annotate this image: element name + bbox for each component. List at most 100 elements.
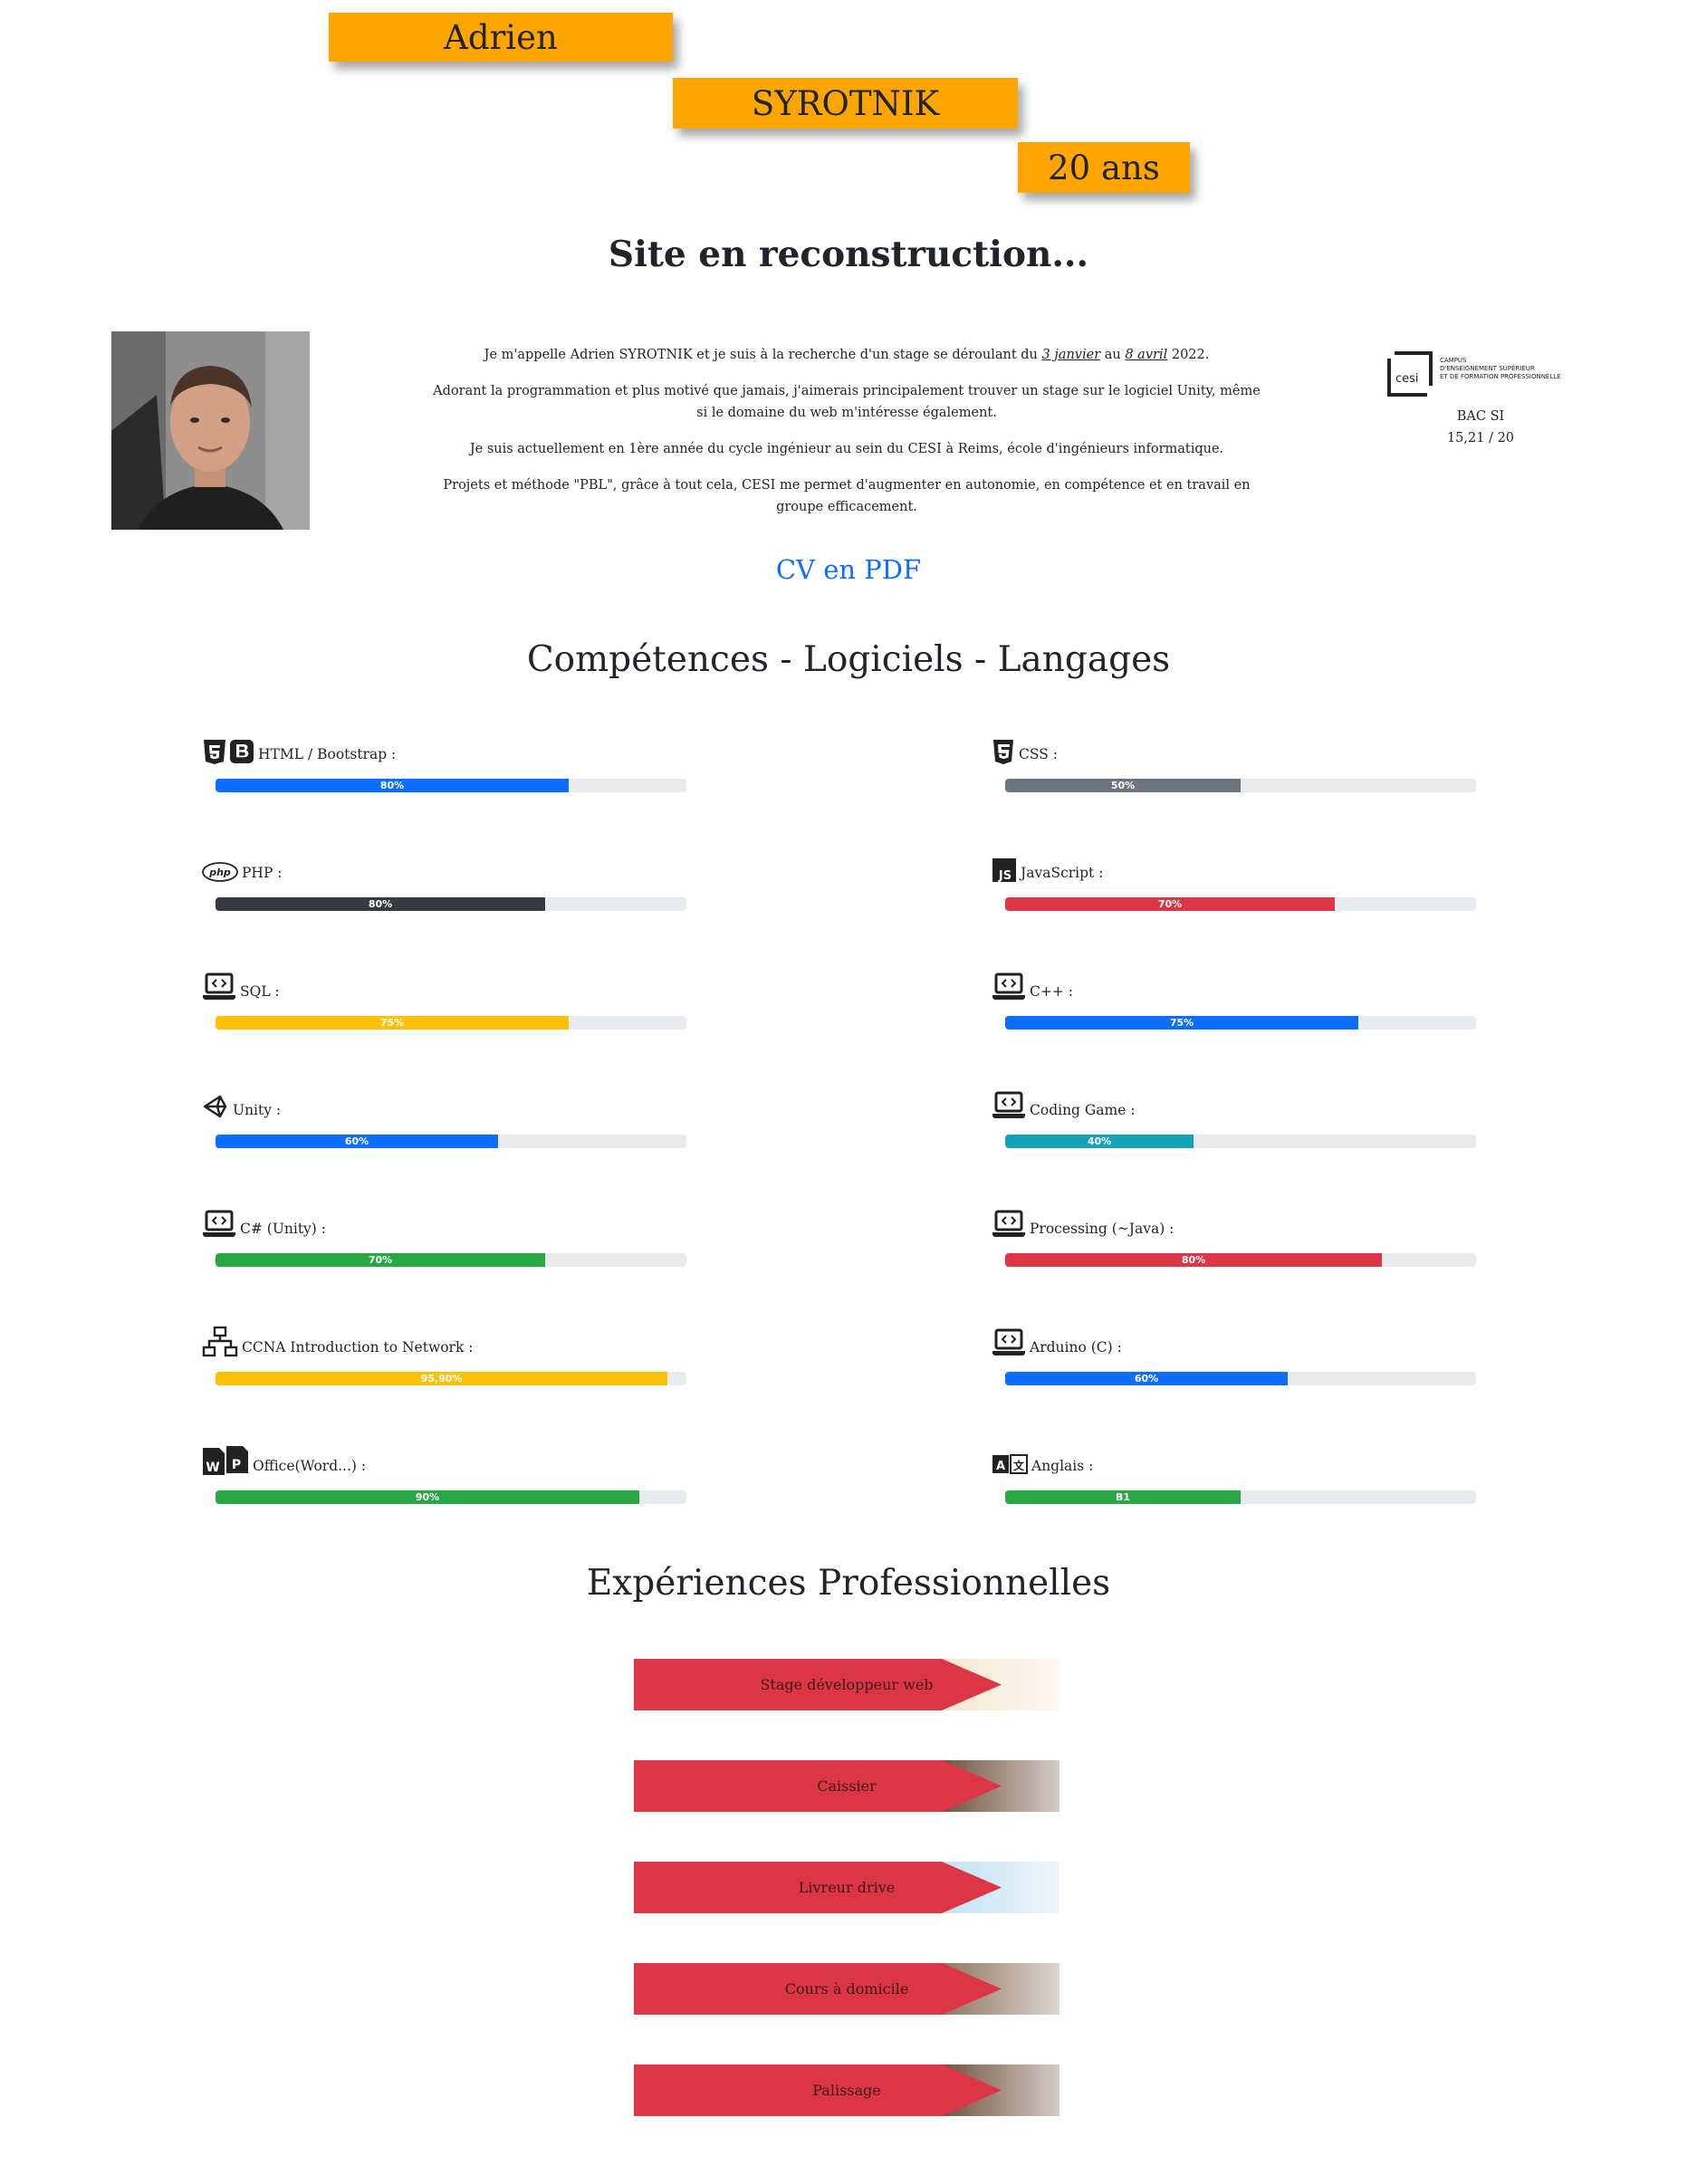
php-icon: php [202, 861, 242, 883]
skill-label: PHP : [242, 865, 283, 881]
experience-label: Stage développeur web [760, 1676, 934, 1693]
progress-bar: 80% [216, 897, 686, 911]
progress-fill: 40% [1005, 1135, 1194, 1148]
intro-paragraph-3: Je suis actuellement en 1ère année du cy… [469, 442, 1224, 456]
start-date: 3 janvier [1041, 348, 1101, 362]
skill-label: HTML / Bootstrap : [258, 746, 397, 762]
progress-bar: 60% [1005, 1372, 1476, 1385]
skill-item: Arduino (C) : 60% [992, 1327, 1476, 1399]
svg-text:CAMPUS: CAMPUS [1440, 357, 1467, 364]
skill-label: SQL : [240, 983, 280, 1000]
svg-text:A: A [996, 1460, 1005, 1473]
intro-text: Je m'appelle Adrien SYROTNIK et je suis … [426, 344, 1268, 532]
css3-icon [992, 739, 1019, 764]
skill-item: W P Office(Word...) :90% [202, 1445, 686, 1518]
school-info: cesi CAMPUS D'ENSEIGNEMENT SUPÉRIEUR ET … [1385, 350, 1576, 449]
laptop-code-icon [992, 972, 1030, 1001]
svg-text:ET DE FORMATION PROFESSIONNELL: ET DE FORMATION PROFESSIONNELLE [1440, 373, 1561, 380]
skill-label: Unity : [233, 1102, 282, 1118]
svg-text:JS: JS [998, 869, 1011, 883]
skill-header: C# (Unity) : [202, 1208, 682, 1239]
progress-fill: 50% [1005, 779, 1241, 792]
svg-text:cesi: cesi [1395, 372, 1419, 386]
skill-label: C++ : [1030, 983, 1073, 1000]
skill-header: php PHP : [202, 852, 682, 883]
first-name-box: Adrien [329, 13, 673, 62]
progress-bar: 70% [216, 1253, 686, 1267]
experience-label: Cours à domicile [784, 1980, 909, 1997]
skill-item: CCNA Introduction to Network : 95,90% [202, 1327, 686, 1399]
skill-header: HTML / Bootstrap : [202, 733, 682, 764]
laptop-code-icon [992, 1328, 1030, 1357]
progress-bar: 80% [216, 779, 686, 792]
progress-fill: 70% [1005, 897, 1335, 911]
progress-fill: 80% [1005, 1253, 1382, 1267]
age-box: 20 ans [1018, 142, 1190, 193]
network-icon [202, 1327, 242, 1357]
skill-label: CCNA Introduction to Network : [242, 1339, 474, 1355]
experience-item[interactable]: Livreur drive [634, 1862, 1059, 1913]
svg-text:W: W [206, 1461, 219, 1475]
progress-fill: 80% [216, 779, 569, 792]
intro-paragraph-1: Je m'appelle Adrien SYROTNIK et je suis … [484, 348, 1210, 362]
progress-fill: 80% [216, 897, 545, 911]
skill-item: C++ : 75% [992, 971, 1476, 1043]
skill-header: Unity : [202, 1089, 682, 1120]
progress-bar: 75% [1005, 1016, 1476, 1030]
skills-section-title: Compétences - Logiciels - Langages [526, 639, 1171, 680]
skill-header: Processing (~Java) : [992, 1208, 1472, 1239]
translate-icon: A文 [992, 1452, 1031, 1476]
progress-bar: 50% [1005, 779, 1476, 792]
skill-header: Arduino (C) : [992, 1327, 1472, 1357]
progress-fill: 60% [1005, 1372, 1288, 1385]
laptop-code-icon [202, 972, 240, 1001]
progress-bar: B1 [1005, 1490, 1476, 1504]
skill-label: Office(Word...) : [253, 1458, 367, 1474]
progress-bar: 70% [1005, 897, 1476, 911]
experience-item[interactable]: Stage développeur web [634, 1659, 1059, 1710]
unity-icon [202, 1093, 233, 1120]
progress-fill: 60% [216, 1135, 498, 1148]
skill-header: CSS : [992, 733, 1472, 764]
experience-item[interactable]: Palissage [634, 2064, 1059, 2116]
experience-label: Palissage [812, 2082, 881, 2099]
skill-item: Processing (~Java) : 80% [992, 1208, 1476, 1280]
progress-fill: 90% [216, 1490, 639, 1504]
svg-text:P: P [232, 1458, 241, 1472]
skill-item: php PHP : 80% [202, 852, 686, 924]
svg-text:D'ENSEIGNEMENT SUPÉRIEUR: D'ENSEIGNEMENT SUPÉRIEUR [1440, 364, 1535, 372]
javascript-icon: JS [992, 857, 1021, 883]
experience-item[interactable]: Caissier [634, 1760, 1059, 1812]
skill-label: C# (Unity) : [240, 1221, 327, 1237]
laptop-code-icon [992, 1091, 1030, 1120]
age: 20 ans [1048, 148, 1160, 187]
progress-bar: 90% [216, 1490, 686, 1504]
progress-bar: 60% [216, 1135, 686, 1148]
progress-fill: 70% [216, 1253, 545, 1267]
progress-bar: 75% [216, 1016, 686, 1030]
diploma-grade: 15,21 / 20 [1446, 431, 1515, 445]
skill-label: Anglais : [1031, 1458, 1094, 1474]
skill-header: CCNA Introduction to Network : [202, 1327, 682, 1357]
skill-label: CSS : [1019, 746, 1058, 762]
skill-item: HTML / Bootstrap : 80% [202, 733, 686, 806]
word-powerpoint-icon: WP [202, 1445, 253, 1476]
experience-item[interactable]: Cours à domicile [634, 1963, 1059, 2015]
progress-bar: 40% [1005, 1135, 1476, 1148]
laptop-code-icon [202, 1210, 240, 1239]
first-name: Adrien [444, 17, 558, 57]
svg-text:文: 文 [1013, 1459, 1025, 1472]
cv-pdf-link[interactable]: CV en PDF [0, 554, 1697, 585]
experience-label: Caissier [817, 1777, 877, 1795]
skill-header: SQL : [202, 971, 682, 1001]
skill-label: Processing (~Java) : [1030, 1221, 1174, 1237]
progress-bar: 80% [1005, 1253, 1476, 1267]
skill-header: C++ : [992, 971, 1472, 1001]
skill-item: A 文 Anglais : B1 [992, 1445, 1476, 1518]
skill-label: JavaScript : [1021, 865, 1104, 881]
last-name-box: SYROTNIK [673, 78, 1018, 129]
skill-item: C# (Unity) : 70% [202, 1208, 686, 1280]
skill-header: A 文 Anglais : [992, 1445, 1472, 1476]
skill-header: W P Office(Word...) : [202, 1445, 682, 1476]
progress-fill: 75% [1005, 1016, 1358, 1030]
